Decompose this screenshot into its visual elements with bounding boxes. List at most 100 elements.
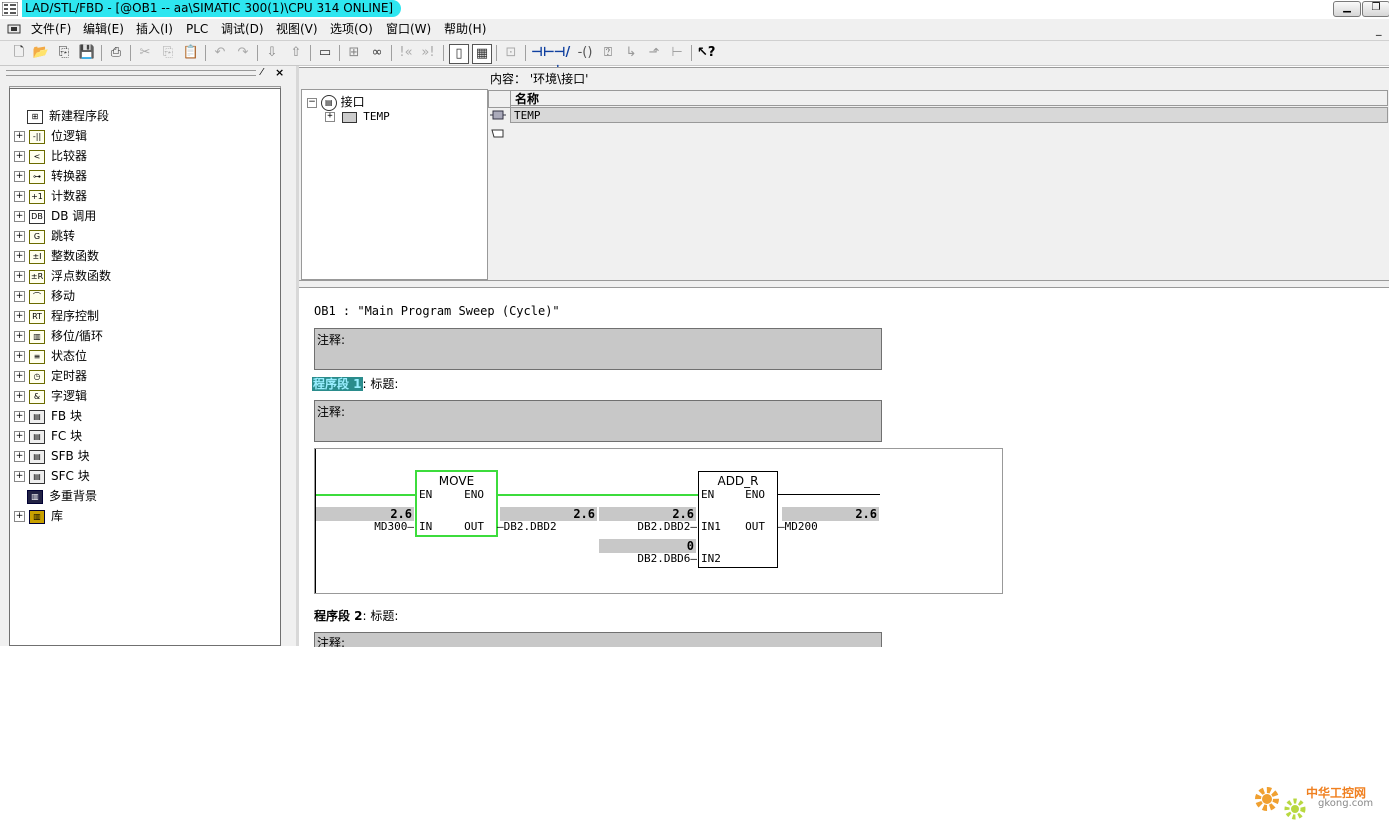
menu-file[interactable]: 文件(F): [31, 22, 71, 37]
tree-item-timer[interactable]: + ◷ 定时器: [14, 367, 87, 385]
network1-comment[interactable]: 注释:: [314, 400, 882, 442]
tree-item-fc-blocks[interactable]: + ▤ FC 块: [14, 427, 82, 445]
rename-icon[interactable]: ▭: [316, 44, 334, 62]
expand-icon[interactable]: +: [14, 211, 25, 222]
tree-item-sfc-blocks[interactable]: + ▤ SFC 块: [14, 467, 90, 485]
tree-item-sfb-blocks[interactable]: + ▤ SFB 块: [14, 447, 90, 465]
tree-item-float[interactable]: + ±R 浮点数函数: [14, 267, 111, 285]
move-box[interactable]: MOVE EN ENO IN OUT: [415, 470, 498, 537]
tree-item-fb-blocks[interactable]: + ▤ FB 块: [14, 407, 82, 425]
connection-icon[interactable]: ⊢: [668, 44, 686, 62]
expand-icon[interactable]: +: [14, 251, 25, 262]
open-icon[interactable]: 📂: [32, 44, 50, 62]
tree-item-status-bits[interactable]: + ≡ 状态位: [14, 347, 87, 365]
copy-icon[interactable]: ⎘: [159, 44, 177, 62]
expand-icon[interactable]: +: [14, 191, 25, 202]
menu-view[interactable]: 视图(V): [276, 22, 318, 37]
expand-icon[interactable]: +: [14, 231, 25, 242]
empty-box-icon[interactable]: ⍰: [599, 44, 617, 62]
undo-icon[interactable]: ↶: [211, 44, 229, 62]
tree-item-converter[interactable]: + ⊶ 转换器: [14, 167, 87, 185]
accessible-nodes-icon[interactable]: ⎘: [55, 44, 73, 62]
table-row-temp[interactable]: TEMP: [510, 107, 1388, 123]
tree-item-comparator[interactable]: + < 比较器: [14, 147, 87, 165]
network2-comment[interactable]: 注释:: [314, 632, 882, 647]
tree-item-program-control[interactable]: + RT 程序控制: [14, 307, 99, 325]
tree-item-interface[interactable]: − ▤ 接口: [307, 94, 365, 111]
menu-plc[interactable]: PLC: [186, 22, 208, 37]
block-comment[interactable]: 注释:: [314, 328, 882, 370]
mdi-minimize-button[interactable]: _: [1376, 23, 1382, 36]
expand-icon[interactable]: +: [14, 291, 25, 302]
expand-icon[interactable]: +: [325, 112, 335, 122]
expand-icon[interactable]: +: [14, 511, 25, 522]
network1-label[interactable]: 程序段 1: [312, 377, 363, 391]
col-header-name[interactable]: 名称: [510, 90, 1388, 106]
new-row-icon[interactable]: [490, 127, 506, 139]
monitor-icon[interactable]: ∞: [368, 44, 386, 62]
expand-icon[interactable]: +: [14, 471, 25, 482]
move-out-address[interactable]: —DB2.DBD2: [497, 520, 557, 533]
minimize-button[interactable]: ▁: [1333, 1, 1361, 17]
overview-icon[interactable]: ▯: [449, 44, 469, 64]
menu-edit[interactable]: 编辑(E): [83, 22, 124, 37]
close-icon[interactable]: ×: [275, 66, 284, 79]
tree-item-jump[interactable]: + G 跳转: [14, 227, 75, 245]
expand-icon[interactable]: +: [14, 171, 25, 182]
expand-icon[interactable]: +: [14, 431, 25, 442]
paste-icon[interactable]: 📋: [182, 44, 200, 62]
network-icon[interactable]: ⊞: [345, 44, 363, 62]
collapse-icon[interactable]: −: [307, 97, 317, 108]
expand-icon[interactable]: +: [14, 351, 25, 362]
menu-help[interactable]: 帮助(H): [444, 22, 486, 37]
print-icon[interactable]: ⎙: [107, 44, 125, 62]
details-icon[interactable]: ▦: [472, 44, 492, 64]
tree-item-counter[interactable]: + +1 计数器: [14, 187, 87, 205]
network1-ladder[interactable]: MOVE EN ENO IN OUT 2.6 MD300— 2.6 —DB2.D…: [314, 448, 1003, 594]
add-r-in1-address[interactable]: DB2.DBD2—: [597, 520, 697, 533]
open-branch-icon[interactable]: ↳: [622, 44, 640, 62]
expand-icon[interactable]: +: [14, 151, 25, 162]
add-r-out-address[interactable]: —MD200: [778, 520, 818, 533]
save-icon[interactable]: 💾: [78, 44, 96, 62]
move-in-address[interactable]: MD300—: [316, 520, 414, 533]
expand-icon[interactable]: +: [14, 391, 25, 402]
expand-icon[interactable]: +: [14, 331, 25, 342]
pin-icon[interactable]: ⁄: [261, 67, 263, 78]
vertical-splitter[interactable]: [296, 66, 299, 646]
splitter[interactable]: [299, 280, 1389, 287]
tree-item-shift[interactable]: + ▥ 移位/循环: [14, 327, 103, 345]
add-r-in2-address[interactable]: DB2.DBD6—: [597, 552, 697, 565]
expand-icon[interactable]: +: [14, 451, 25, 462]
insert-network-icon[interactable]: ⊡: [502, 44, 520, 62]
tree-item-bit-logic[interactable]: + -|| 位逻辑: [14, 127, 87, 145]
download-icon[interactable]: ⇩: [263, 44, 281, 62]
cut-icon[interactable]: ✂: [136, 44, 154, 62]
network2-label[interactable]: 程序段 2: [314, 609, 363, 623]
expand-icon[interactable]: +: [14, 411, 25, 422]
coil-icon[interactable]: -(): [576, 44, 594, 62]
next-error-icon[interactable]: »!: [419, 44, 437, 62]
menu-options[interactable]: 选项(O): [330, 22, 373, 37]
menu-window[interactable]: 窗口(W): [386, 22, 431, 37]
restore-button[interactable]: ❐: [1362, 1, 1389, 17]
close-branch-icon[interactable]: ⬏: [645, 44, 663, 62]
tree-item-db-call[interactable]: + DB DB 调用: [14, 207, 96, 225]
tree-item-new-network[interactable]: ⊞ 新建程序段: [14, 107, 109, 125]
expand-icon[interactable]: +: [14, 311, 25, 322]
tree-item-library[interactable]: + ▥ 库: [14, 507, 63, 525]
expand-icon[interactable]: +: [14, 371, 25, 382]
tree-item-temp[interactable]: + TEMP: [325, 109, 390, 125]
tree-item-move[interactable]: + ⌒ 移动: [14, 287, 75, 305]
new-icon[interactable]: 🗋: [10, 44, 28, 62]
doc-icon[interactable]: [7, 23, 21, 35]
expand-icon[interactable]: +: [14, 131, 25, 142]
tree-item-word-logic[interactable]: + & 字逻辑: [14, 387, 87, 405]
tree-item-integer[interactable]: + ±I 整数函数: [14, 247, 99, 265]
help-icon[interactable]: ↖?: [697, 44, 715, 62]
contact-no-icon[interactable]: ⊣⊢: [531, 44, 555, 62]
menu-debug[interactable]: 调试(D): [221, 22, 264, 37]
prev-error-icon[interactable]: !«: [397, 44, 415, 62]
menu-insert[interactable]: 插入(I): [136, 22, 173, 37]
add-r-box[interactable]: ADD_R EN ENO IN1 OUT IN2: [698, 471, 778, 568]
